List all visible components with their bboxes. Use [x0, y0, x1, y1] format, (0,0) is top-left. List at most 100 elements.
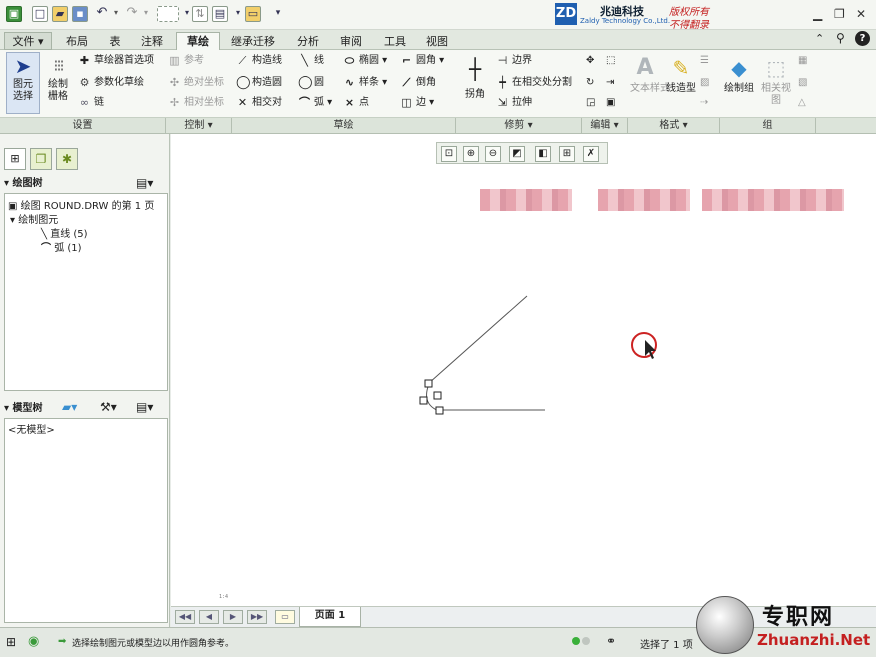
line-button[interactable]: ╲ 线: [298, 53, 324, 69]
find-icon[interactable]: ⚭: [606, 634, 616, 648]
split-button[interactable]: ┿ 在相交处分割: [496, 75, 572, 91]
sketcher-prefs-button[interactable]: ✚ 草绘器首选项: [78, 53, 154, 69]
tree-sketched-entities[interactable]: ▾ 绘制图元: [10, 211, 58, 226]
page-tab[interactable]: 页面 1: [299, 607, 361, 627]
tab-file[interactable]: 文件 ▾: [4, 32, 52, 50]
undo-dropdown-icon[interactable]: ▾: [108, 6, 124, 22]
navigator-toggle-icon[interactable]: ⊞: [6, 635, 16, 649]
tree-root[interactable]: ▣ 绘图 ROUND.DRW 的第 1 页: [8, 197, 154, 212]
group-edit[interactable]: 编辑 ▾: [582, 118, 628, 134]
browser-toggle-icon[interactable]: ◉: [28, 634, 39, 649]
text-style-button[interactable]: A 文本样式: [630, 53, 670, 113]
tab-table[interactable]: 表: [100, 32, 130, 50]
datum-display-icon[interactable]: ✗: [583, 146, 599, 162]
chamfer-button[interactable]: ⟋ 倒角: [400, 75, 436, 91]
group-trim[interactable]: 修剪 ▾: [456, 118, 582, 134]
tab-layout[interactable]: 布局: [56, 32, 98, 50]
zoom-in-icon[interactable]: ⊕: [463, 146, 479, 162]
tree-tab-icon[interactable]: ⊞: [4, 148, 26, 170]
search-icon[interactable]: ⚲: [836, 31, 845, 45]
draw-group-button[interactable]: ◆ 绘制组: [724, 53, 754, 113]
display-style-icon[interactable]: ◧: [535, 146, 551, 162]
folder-icon[interactable]: ▭: [245, 6, 261, 22]
group-option-icon-3[interactable]: △: [798, 95, 806, 111]
save-icon[interactable]: ▪: [72, 6, 88, 22]
reference-button[interactable]: ▥ 参考: [168, 53, 204, 69]
copy-icon[interactable]: ▣: [606, 95, 615, 111]
last-page-icon[interactable]: ▶▶: [247, 610, 267, 624]
restore-icon[interactable]: ❐: [834, 7, 845, 21]
repaint-icon[interactable]: ◩: [509, 146, 525, 162]
zoom-out-icon[interactable]: ⊖: [485, 146, 501, 162]
box-icon[interactable]: ⬚: [606, 53, 615, 69]
app-icon[interactable]: ▣: [6, 6, 22, 22]
window-icon[interactable]: ▤: [212, 6, 228, 22]
folder-tab-icon[interactable]: ❐: [30, 148, 52, 170]
customize-icon[interactable]: ▾: [270, 6, 286, 22]
scale-icon[interactable]: ◲: [586, 95, 595, 111]
relative-coord-button[interactable]: ✢ 相对坐标: [168, 95, 224, 111]
spline-button[interactable]: ∿ 样条 ▾: [343, 75, 387, 91]
chain-button[interactable]: ∞ 链: [78, 95, 104, 111]
minimize-ribbon-icon[interactable]: ⌃: [815, 32, 824, 45]
stretch-button[interactable]: ⇲ 拉伸: [496, 95, 532, 111]
group-option-icon-1[interactable]: ▦: [798, 53, 807, 69]
new-page-icon[interactable]: ▭: [275, 610, 295, 624]
help-icon[interactable]: ?: [855, 31, 870, 46]
group-format[interactable]: 格式 ▾: [628, 118, 720, 134]
construction-circle-button[interactable]: ◯构造圆: [236, 75, 282, 91]
format-option-icon[interactable]: ☰: [700, 53, 709, 69]
window-dropdown-icon[interactable]: ▾: [230, 6, 246, 22]
model-settings-icon[interactable]: ▤▾: [136, 400, 153, 414]
circle-button[interactable]: ◯圆: [298, 75, 324, 91]
group-control[interactable]: 控制 ▾: [166, 118, 232, 134]
tab-sketch[interactable]: 草绘: [176, 32, 220, 50]
first-page-icon[interactable]: ◀◀: [175, 610, 195, 624]
arrow-style-icon[interactable]: ⇢: [700, 95, 708, 111]
tab-review[interactable]: 审阅: [332, 32, 370, 50]
prev-page-icon[interactable]: ◀: [199, 610, 219, 624]
param-sketch-button[interactable]: ⚙ 参数化草绘: [78, 75, 144, 91]
line-style-button[interactable]: ✎ 线造型: [666, 53, 696, 113]
model-tools-icon[interactable]: ⚒▾: [100, 400, 117, 414]
tab-analysis[interactable]: 分析: [286, 32, 330, 50]
related-view-button[interactable]: ⬚ 相关视图: [760, 53, 792, 113]
select-button[interactable]: ➤ 图元 选择: [6, 52, 40, 114]
pencil-icon: ✎: [672, 56, 690, 80]
move-icon[interactable]: ✥: [586, 53, 594, 69]
new-icon[interactable]: □: [32, 6, 48, 22]
tree-arc-item[interactable]: ⌒ 弧 (1): [41, 239, 82, 254]
arc-button[interactable]: ⌒ 弧 ▾: [298, 95, 332, 111]
hatch-icon[interactable]: ▨: [700, 75, 709, 91]
draw-grid-button[interactable]: ⁝⁝⁝ 绘制 栅格: [44, 53, 72, 113]
refit-icon[interactable]: ⊡: [441, 146, 457, 162]
regen-icon[interactable]: ⇅: [192, 6, 208, 22]
edge-button[interactable]: ◫ 边 ▾: [400, 95, 434, 111]
next-page-icon[interactable]: ▶: [223, 610, 243, 624]
corner-button[interactable]: ┼ 拐角: [460, 53, 490, 113]
construction-line-button[interactable]: ⟋ 构造线: [236, 53, 282, 69]
ellipse-button[interactable]: ⬭ 椭圆 ▾: [343, 53, 387, 69]
intersect-button[interactable]: ✕ 相交对: [236, 95, 282, 111]
boundary-button[interactable]: ⊣ 边界: [496, 53, 532, 69]
absolute-coord-button[interactable]: ✣ 绝对坐标: [168, 75, 224, 91]
tab-view[interactable]: 视图: [418, 32, 456, 50]
fillet-button[interactable]: ⌐ 圆角 ▾: [400, 53, 444, 69]
view-manager-icon[interactable]: ⊞: [559, 146, 575, 162]
model-display-icon[interactable]: ▰▾: [62, 400, 77, 414]
tab-tools[interactable]: 工具: [374, 32, 416, 50]
tab-annotate[interactable]: 注释: [132, 32, 172, 50]
tree-line-item[interactable]: ╲ 直线 (5): [41, 225, 88, 240]
align-icon[interactable]: ⇥: [606, 75, 614, 91]
minimize-icon[interactable]: ▁: [813, 7, 822, 21]
tree-settings-icon[interactable]: ▤▾: [136, 176, 153, 190]
close-icon[interactable]: ✕: [856, 7, 866, 21]
redo-dropdown-icon[interactable]: ▾: [138, 6, 154, 22]
point-button[interactable]: × 点: [343, 95, 369, 111]
favorites-tab-icon[interactable]: ✱: [56, 148, 78, 170]
rotate-icon[interactable]: ↻: [586, 75, 594, 91]
tab-legacy-migration[interactable]: 继承迁移: [222, 32, 284, 50]
open-icon[interactable]: ▰: [52, 6, 68, 22]
group-option-icon-2[interactable]: ▧: [798, 75, 807, 91]
select-box-icon[interactable]: [157, 6, 179, 22]
